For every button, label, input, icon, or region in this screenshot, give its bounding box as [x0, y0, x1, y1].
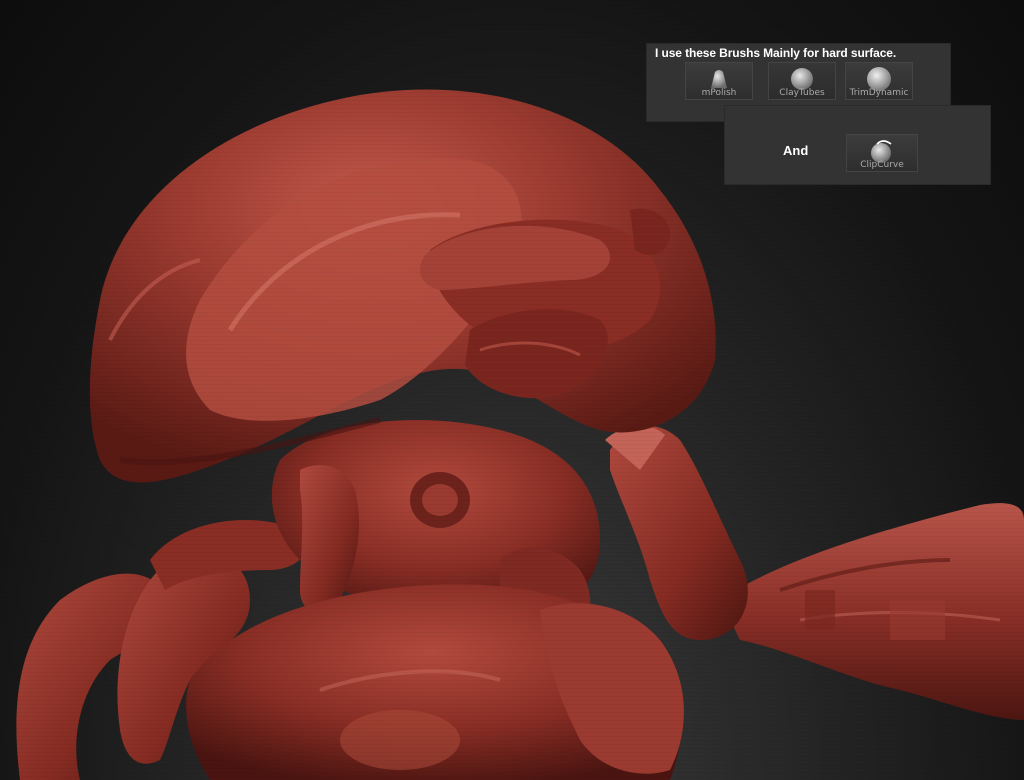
brush-label: TrimDynamic: [849, 88, 909, 98]
and-label: And: [783, 143, 809, 158]
mpolish-brush-button[interactable]: mPolish: [685, 62, 753, 100]
panel-caption: I use these Brushs Mainly for hard surfa…: [655, 46, 897, 60]
clipcurve-brush-button[interactable]: ClipCurve: [846, 134, 918, 172]
claytubes-brush-button[interactable]: ClayTubes: [768, 62, 836, 100]
brush-label: mPolish: [701, 88, 737, 98]
brush-label: ClipCurve: [860, 160, 904, 170]
zbrush-viewport[interactable]: I use these Brushs Mainly for hard surfa…: [0, 0, 1024, 780]
brush-label: ClayTubes: [779, 88, 825, 98]
trimdynamic-brush-button[interactable]: TrimDynamic: [845, 62, 913, 100]
